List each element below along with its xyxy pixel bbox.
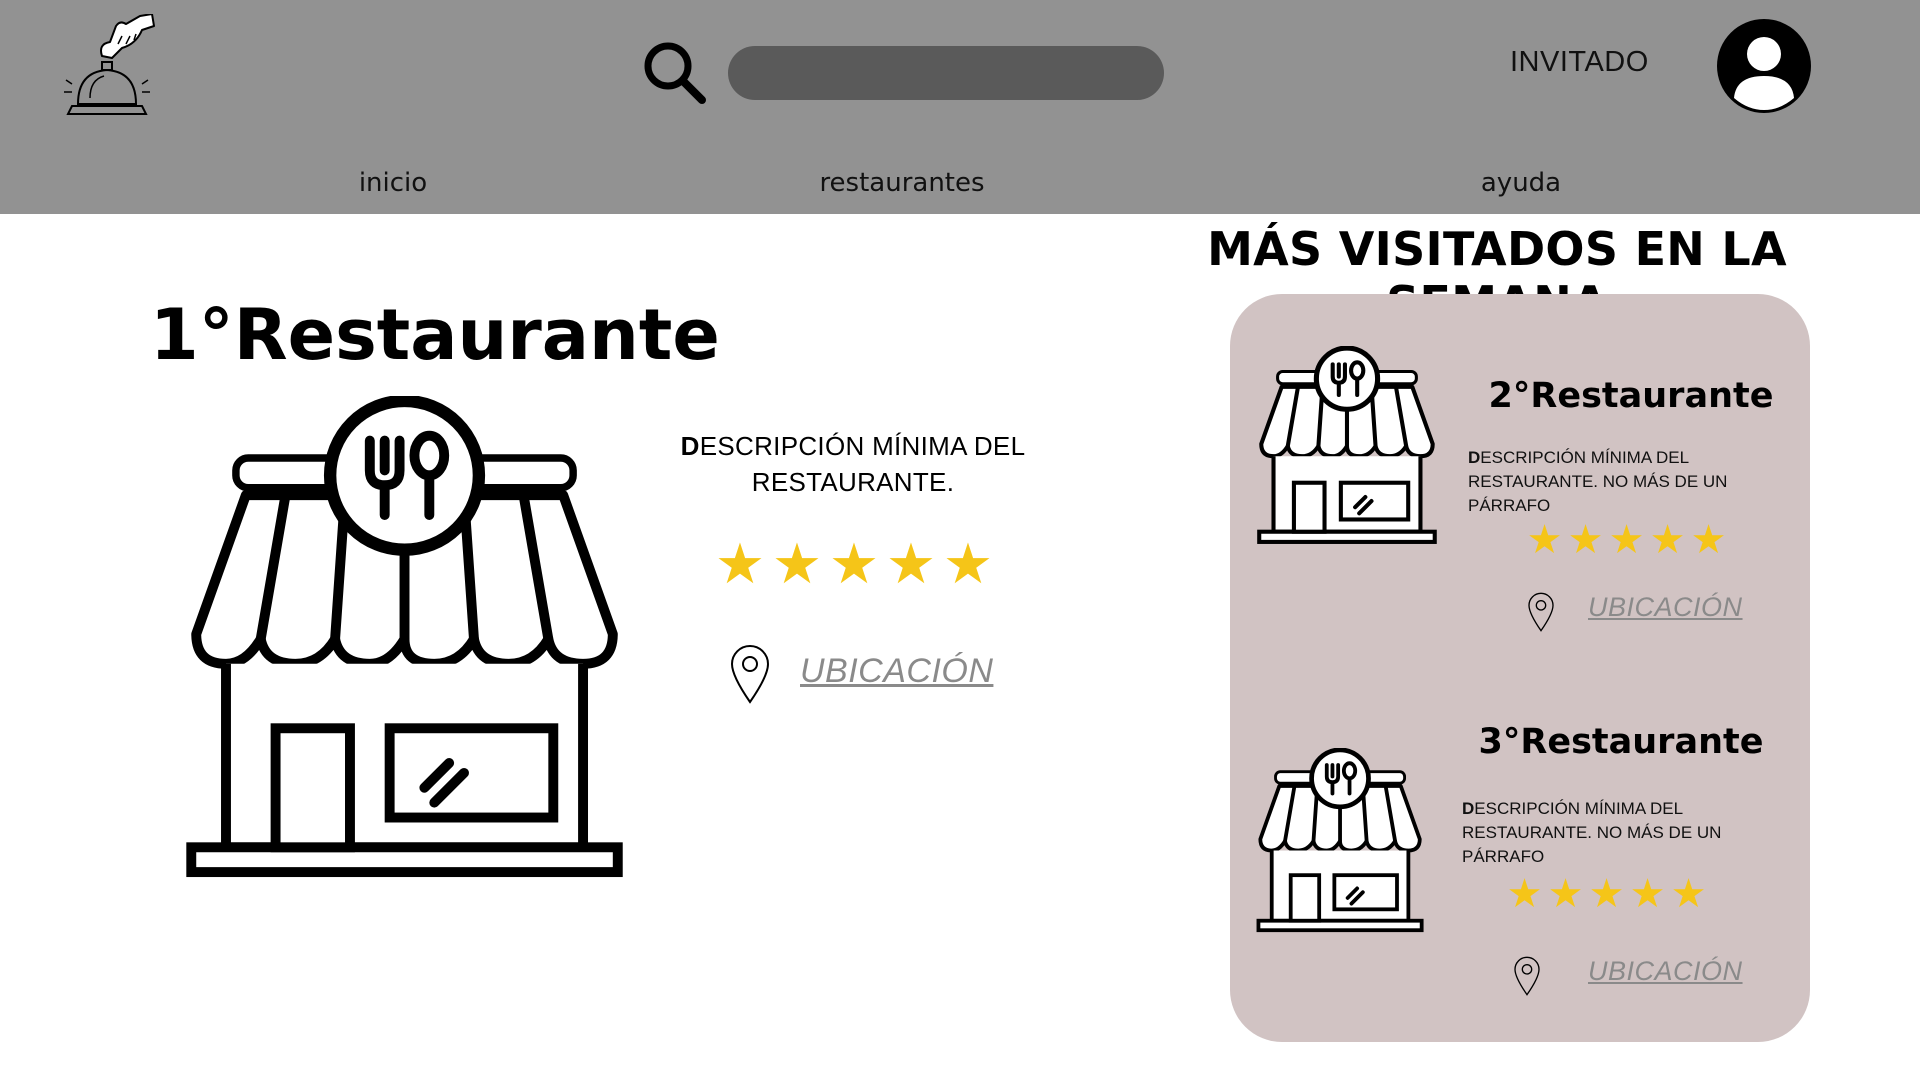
star-icon: ★ — [714, 532, 766, 595]
location-pin-icon — [731, 645, 769, 703]
location-pin-icon — [1528, 592, 1554, 632]
top-header: INVITADO inicio restaurantes ayuda — [0, 0, 1920, 214]
store-icon[interactable] — [162, 396, 652, 882]
restaurant-2-description: DESCRIPCIÓN MÍNIMA DEL RESTAURANTE. NO M… — [1468, 446, 1808, 518]
star-icon: ★ — [942, 532, 994, 595]
description-initial: D — [1462, 799, 1475, 818]
star-icon: ★ — [1690, 518, 1727, 562]
store-icon[interactable] — [1248, 748, 1434, 934]
nav-ayuda[interactable]: ayuda — [1458, 168, 1584, 204]
description-text: ESCRIPCIÓN MÍNIMA DEL RESTAURANTE. NO MÁ… — [1462, 799, 1722, 866]
star-icon: ★ — [771, 532, 823, 595]
star-icon: ★ — [1526, 518, 1563, 562]
service-bell-icon[interactable] — [52, 14, 162, 120]
description-text: ESCRIPCIÓN MÍNIMA DEL RESTAURANTE. — [699, 431, 1026, 497]
nav-restaurantes[interactable]: restaurantes — [800, 168, 1004, 204]
restaurant-2-rating: ★ ★ ★ ★ ★ — [1524, 520, 1729, 560]
star-icon: ★ — [1629, 872, 1666, 916]
restaurant-3-title[interactable]: 3°Restaurante — [1456, 722, 1786, 762]
restaurant-3-rating: ★ ★ ★ ★ ★ — [1504, 874, 1709, 914]
star-icon: ★ — [1588, 872, 1625, 916]
store-icon[interactable] — [1248, 346, 1448, 546]
featured-location-link[interactable]: UBICACIÓN — [800, 652, 993, 691]
star-icon: ★ — [1649, 518, 1686, 562]
star-icon: ★ — [828, 532, 880, 595]
star-icon: ★ — [1670, 872, 1707, 916]
restaurant-3-location-link[interactable]: UBICACIÓN — [1588, 956, 1743, 987]
nav-inicio[interactable]: inicio — [330, 168, 456, 204]
guest-label: INVITADO — [1510, 46, 1649, 78]
star-icon: ★ — [1567, 518, 1604, 562]
star-icon: ★ — [1506, 872, 1543, 916]
description-text: ESCRIPCIÓN MÍNIMA DEL RESTAURANTE. NO MÁ… — [1468, 448, 1728, 515]
restaurant-2-location-link[interactable]: UBICACIÓN — [1588, 592, 1743, 623]
star-icon: ★ — [885, 532, 937, 595]
search-icon[interactable] — [642, 40, 708, 106]
description-initial: D — [1468, 448, 1481, 467]
star-icon: ★ — [1608, 518, 1645, 562]
featured-restaurant-title[interactable]: 1°Restaurante — [150, 294, 720, 376]
featured-rating: ★ ★ ★ ★ ★ — [712, 536, 997, 592]
description-initial: D — [680, 431, 700, 461]
location-pin-icon — [1514, 956, 1540, 996]
restaurant-2-title[interactable]: 2°Restaurante — [1466, 376, 1796, 416]
featured-description: DESCRIPCIÓN MÍNIMA DEL RESTAURANTE. — [668, 428, 1038, 500]
star-icon: ★ — [1547, 872, 1584, 916]
search-input[interactable] — [728, 46, 1164, 100]
restaurant-3-description: DESCRIPCIÓN MÍNIMA DEL RESTAURANTE. NO M… — [1462, 797, 1802, 869]
user-avatar-icon[interactable] — [1716, 18, 1812, 114]
